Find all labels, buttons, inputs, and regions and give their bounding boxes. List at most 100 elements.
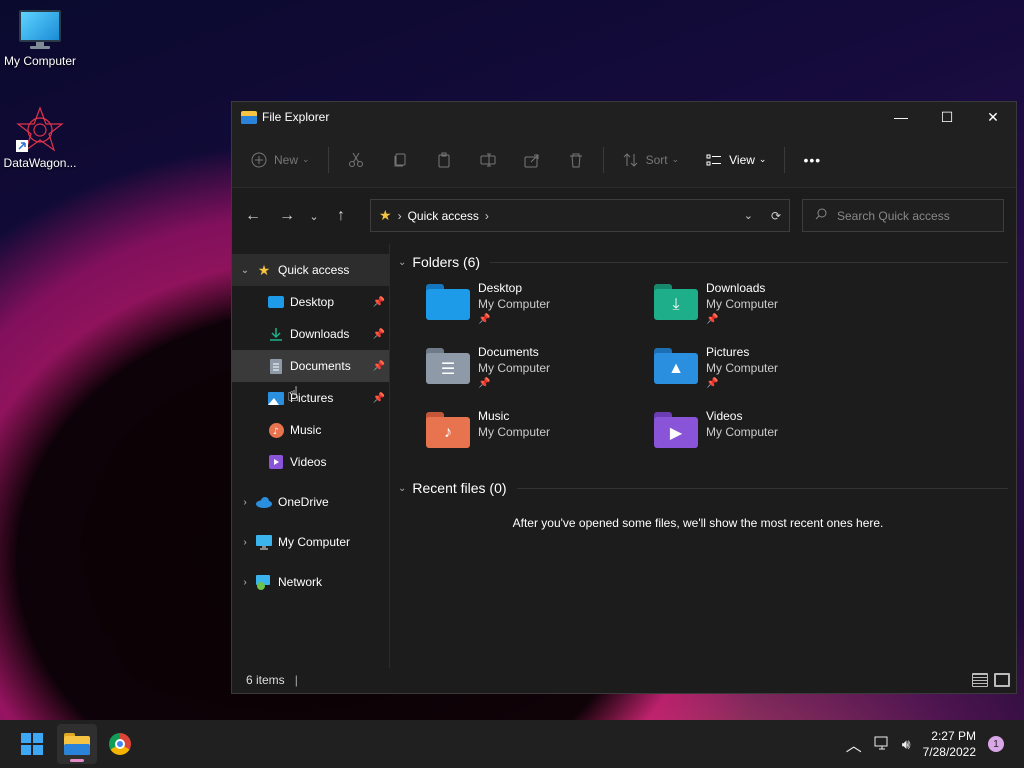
sidebar-item-network[interactable]: › Network bbox=[232, 566, 389, 598]
sidebar-item-label: Videos bbox=[290, 455, 327, 469]
chevron-right-icon[interactable]: › bbox=[234, 497, 256, 508]
sidebar-item-label: OneDrive bbox=[278, 495, 329, 509]
volume-icon[interactable]: 🔊︎ bbox=[902, 736, 911, 753]
sidebar-item-downloads[interactable]: Downloads 📌 bbox=[232, 318, 389, 350]
folder-tile[interactable]: Desktop My Computer 📌 bbox=[426, 280, 654, 340]
details-view-icon[interactable] bbox=[972, 673, 988, 687]
chevron-up-icon[interactable]: ︿ bbox=[846, 732, 862, 756]
chevron-down-icon[interactable]: ⌄ bbox=[234, 265, 256, 276]
tiles-view-icon[interactable] bbox=[994, 673, 1010, 687]
breadcrumb-quick-access[interactable]: Quick access bbox=[408, 209, 479, 223]
share-button[interactable] bbox=[523, 151, 541, 169]
folder-name: Documents bbox=[478, 345, 539, 359]
new-button[interactable]: New ⌄ bbox=[250, 151, 310, 169]
documents-folder-icon: ☰ bbox=[426, 348, 470, 384]
desktop-icon-label: DataWagon... bbox=[3, 156, 77, 170]
navigation-pane: ⌄ ★ Quick access Desktop 📌 Downloads 📌 D… bbox=[232, 244, 390, 668]
pin-icon: 📌 bbox=[372, 296, 385, 308]
pin-icon: 📌 bbox=[478, 378, 491, 389]
monitor-icon bbox=[256, 534, 272, 550]
view-label: View bbox=[729, 152, 755, 167]
navigation-bar: ← → ⌄ ↑ ★ › Quick access › ⌄ ⟳ bbox=[232, 188, 1016, 244]
forward-arrow-icon[interactable]: → bbox=[272, 207, 302, 225]
recent-locations-chevron-icon[interactable]: ⌄ bbox=[302, 210, 326, 223]
delete-button[interactable] bbox=[567, 151, 585, 169]
sidebar-item-my-computer[interactable]: › My Computer bbox=[232, 526, 389, 558]
sidebar-item-label: Quick access bbox=[278, 263, 350, 277]
sidebar-item-music[interactable]: ♪ Music bbox=[232, 414, 389, 446]
sidebar-item-pictures[interactable]: Pictures 📌 bbox=[232, 382, 389, 414]
svg-text:♪: ♪ bbox=[273, 427, 279, 437]
folder-tile[interactable]: ⤓ Downloads My Computer 📌 bbox=[654, 280, 882, 340]
cloud-icon bbox=[256, 494, 272, 510]
folder-tile[interactable]: ☰ Documents My Computer 📌 bbox=[426, 344, 654, 404]
maximize-button[interactable]: ☐ bbox=[924, 102, 970, 132]
view-button[interactable]: View ⌄ bbox=[705, 151, 766, 169]
folder-name: Videos bbox=[706, 409, 743, 423]
chevron-down-icon[interactable]: ⌄ bbox=[398, 483, 406, 494]
folder-name: Downloads bbox=[706, 281, 766, 295]
hand-cursor-icon: ☝ bbox=[287, 384, 300, 406]
folder-location: My Computer bbox=[706, 361, 779, 375]
notification-badge[interactable]: 1 bbox=[988, 736, 1004, 752]
address-dropdown-chevron-icon[interactable]: ⌄ bbox=[744, 209, 753, 223]
folders-header-label: Folders (6) bbox=[412, 254, 481, 270]
cut-button[interactable] bbox=[347, 151, 365, 169]
search-input[interactable] bbox=[837, 208, 987, 223]
more-options-button[interactable]: ••• bbox=[803, 152, 821, 168]
sidebar-item-label: Downloads bbox=[290, 327, 350, 341]
sidebar-item-onedrive[interactable]: › OneDrive bbox=[232, 486, 389, 518]
window-title: File Explorer bbox=[262, 110, 330, 124]
address-bar[interactable]: ★ › Quick access › ⌄ ⟳ bbox=[370, 199, 790, 232]
refresh-icon[interactable]: ⟳ bbox=[771, 209, 781, 223]
chevron-right-icon[interactable]: › bbox=[234, 537, 256, 548]
taskbar-chrome[interactable] bbox=[100, 724, 140, 764]
scissors-icon bbox=[347, 151, 365, 169]
desktop-icon-my-computer[interactable]: My Computer bbox=[0, 10, 80, 68]
back-arrow-icon[interactable]: ← bbox=[238, 207, 268, 225]
close-button[interactable]: ✕ bbox=[970, 102, 1016, 132]
folder-tile[interactable]: ▲ Pictures My Computer 📌 bbox=[654, 344, 882, 404]
breadcrumb-chevron-icon[interactable]: › bbox=[485, 209, 489, 223]
folder-icon bbox=[64, 733, 90, 755]
view-list-icon bbox=[705, 151, 723, 169]
search-box[interactable] bbox=[802, 199, 1004, 232]
paste-button[interactable] bbox=[435, 151, 453, 169]
chevron-right-icon[interactable]: › bbox=[234, 577, 256, 588]
star-icon: ★ bbox=[379, 207, 392, 223]
sidebar-item-desktop[interactable]: Desktop 📌 bbox=[232, 286, 389, 318]
sidebar-item-videos[interactable]: Videos bbox=[232, 446, 389, 478]
pin-icon: 📌 bbox=[706, 314, 719, 325]
sidebar-item-label: Music bbox=[290, 423, 322, 437]
network-icon[interactable] bbox=[874, 736, 890, 753]
clock[interactable]: 2:27 PM 7/28/2022 bbox=[923, 728, 976, 760]
folder-location: My Computer bbox=[478, 297, 551, 311]
sort-button[interactable]: Sort ⌄ bbox=[622, 151, 679, 169]
section-divider bbox=[490, 261, 1008, 263]
title-bar[interactable]: File Explorer — ☐ ✕ bbox=[232, 102, 1016, 132]
start-button[interactable] bbox=[12, 724, 52, 764]
taskbar-file-explorer[interactable] bbox=[57, 724, 97, 764]
pin-icon: 📌 bbox=[478, 314, 491, 325]
clipboard-icon bbox=[435, 151, 453, 169]
folder-tile[interactable]: ▶ Videos My Computer bbox=[654, 408, 882, 468]
datawagon-icon bbox=[16, 106, 64, 152]
recent-files-section-header[interactable]: ⌄ Recent files (0) bbox=[390, 474, 1016, 502]
up-arrow-icon[interactable]: ↑ bbox=[326, 207, 356, 225]
desktop-icon-datawagon[interactable]: DataWagon... bbox=[0, 106, 80, 170]
rename-button[interactable] bbox=[479, 151, 497, 169]
pin-icon: 📌 bbox=[706, 378, 719, 389]
pin-icon: 📌 bbox=[372, 360, 385, 372]
desktop-icon-label: My Computer bbox=[3, 54, 77, 68]
folder-tile[interactable]: ♪ Music My Computer bbox=[426, 408, 654, 468]
status-divider: | bbox=[294, 673, 298, 687]
windows-logo-icon bbox=[21, 733, 43, 755]
sidebar-item-quick-access[interactable]: ⌄ ★ Quick access bbox=[232, 254, 389, 286]
chevron-down-icon[interactable]: ⌄ bbox=[398, 257, 406, 268]
folders-section-header[interactable]: ⌄ Folders (6) bbox=[390, 248, 1016, 276]
file-explorer-icon bbox=[241, 110, 257, 124]
minimize-button[interactable]: — bbox=[878, 102, 924, 132]
copy-button[interactable] bbox=[391, 151, 409, 169]
sidebar-item-documents[interactable]: Documents 📌 bbox=[232, 350, 389, 382]
command-bar: New ⌄ Sort ⌄ View ⌄ ••• bbox=[232, 132, 1016, 188]
